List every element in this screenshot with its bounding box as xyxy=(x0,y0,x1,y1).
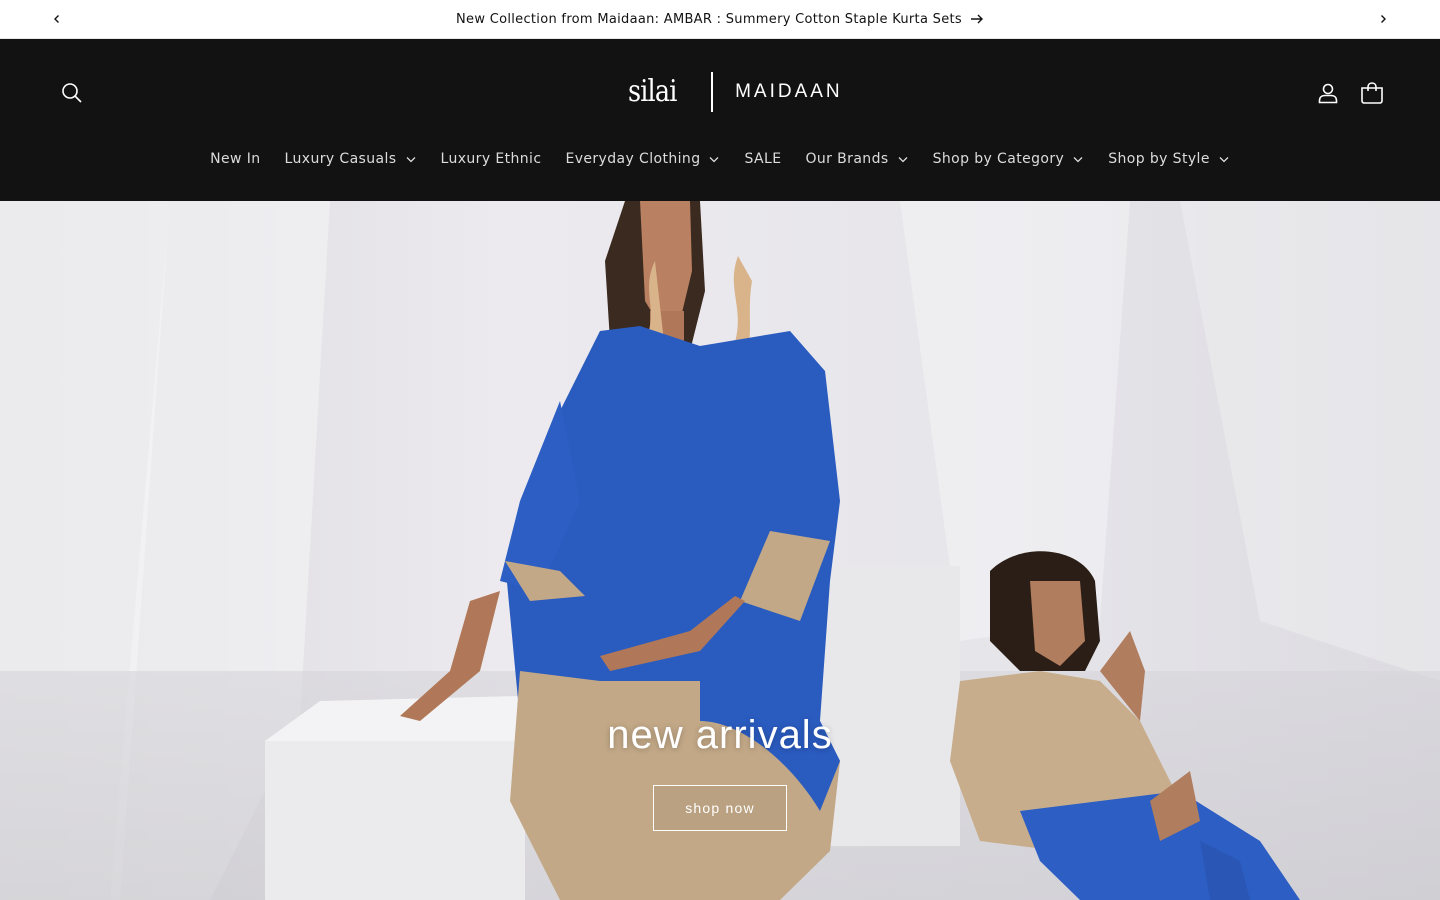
cart-button[interactable] xyxy=(1356,77,1388,109)
nav-item-label: Luxury Casuals xyxy=(284,151,397,167)
announcement-prev-button[interactable] xyxy=(46,8,68,30)
nav-item-sale[interactable]: SALE xyxy=(732,151,793,167)
nav-item-label: SALE xyxy=(744,151,782,167)
nav-item-our-brands[interactable]: Our Brands xyxy=(793,151,920,167)
nav-item-shop-by-style[interactable]: Shop by Style xyxy=(1096,151,1242,167)
chevron-down-icon xyxy=(1218,153,1230,165)
nav-item-luxury-ethnic[interactable]: Luxury Ethnic xyxy=(429,151,554,167)
nav-item-label: Shop by Style xyxy=(1108,151,1210,167)
logo-mark: silai xyxy=(628,74,677,109)
nav-item-label: Our Brands xyxy=(805,151,889,167)
nav-item-shop-by-category[interactable]: Shop by Category xyxy=(921,151,1097,167)
bag-icon xyxy=(1361,82,1383,104)
announcement-bar: New Collection from Maidaan: AMBAR : Sum… xyxy=(0,0,1440,39)
site-logo[interactable]: silai MAIDAAN xyxy=(628,69,843,115)
chevron-down-icon xyxy=(708,153,720,165)
hero-title: new arrivals xyxy=(607,713,833,757)
main-nav: New In Luxury Casuals Luxury Ethnic Ever… xyxy=(0,147,1440,171)
hero-banner[interactable]: new arrivals shop now xyxy=(0,201,1440,900)
chevron-down-icon xyxy=(1072,153,1084,165)
nav-item-everyday-clothing[interactable]: Everyday Clothing xyxy=(553,151,732,167)
chevron-down-icon xyxy=(405,153,417,165)
announcement-link[interactable]: New Collection from Maidaan: AMBAR : Sum… xyxy=(456,12,984,27)
nav-item-label: New In xyxy=(210,151,261,167)
arrow-right-icon xyxy=(970,14,983,24)
nav-item-label: Luxury Ethnic xyxy=(440,151,542,167)
logo-brand: MAIDAAN xyxy=(735,81,843,102)
user-icon xyxy=(1318,83,1338,104)
announcement-text: New Collection from Maidaan: AMBAR : Sum… xyxy=(456,11,962,27)
nav-item-luxury-casuals[interactable]: Luxury Casuals xyxy=(273,151,429,167)
search-icon xyxy=(62,83,82,103)
shop-now-button[interactable]: shop now xyxy=(653,785,787,831)
chevron-left-icon xyxy=(54,15,59,23)
account-button[interactable] xyxy=(1312,77,1344,109)
site-header: silai MAIDAAN New In Luxury Casuals Luxu… xyxy=(0,39,1440,201)
nav-item-label: Shop by Category xyxy=(932,151,1065,167)
nav-item-new-in[interactable]: New In xyxy=(198,151,272,167)
nav-item-label: Everyday Clothing xyxy=(565,151,701,167)
chevron-right-icon xyxy=(1381,15,1386,23)
announcement-next-button[interactable] xyxy=(1372,8,1394,30)
search-button[interactable] xyxy=(56,77,88,109)
chevron-down-icon xyxy=(897,153,909,165)
logo-divider xyxy=(711,72,714,112)
